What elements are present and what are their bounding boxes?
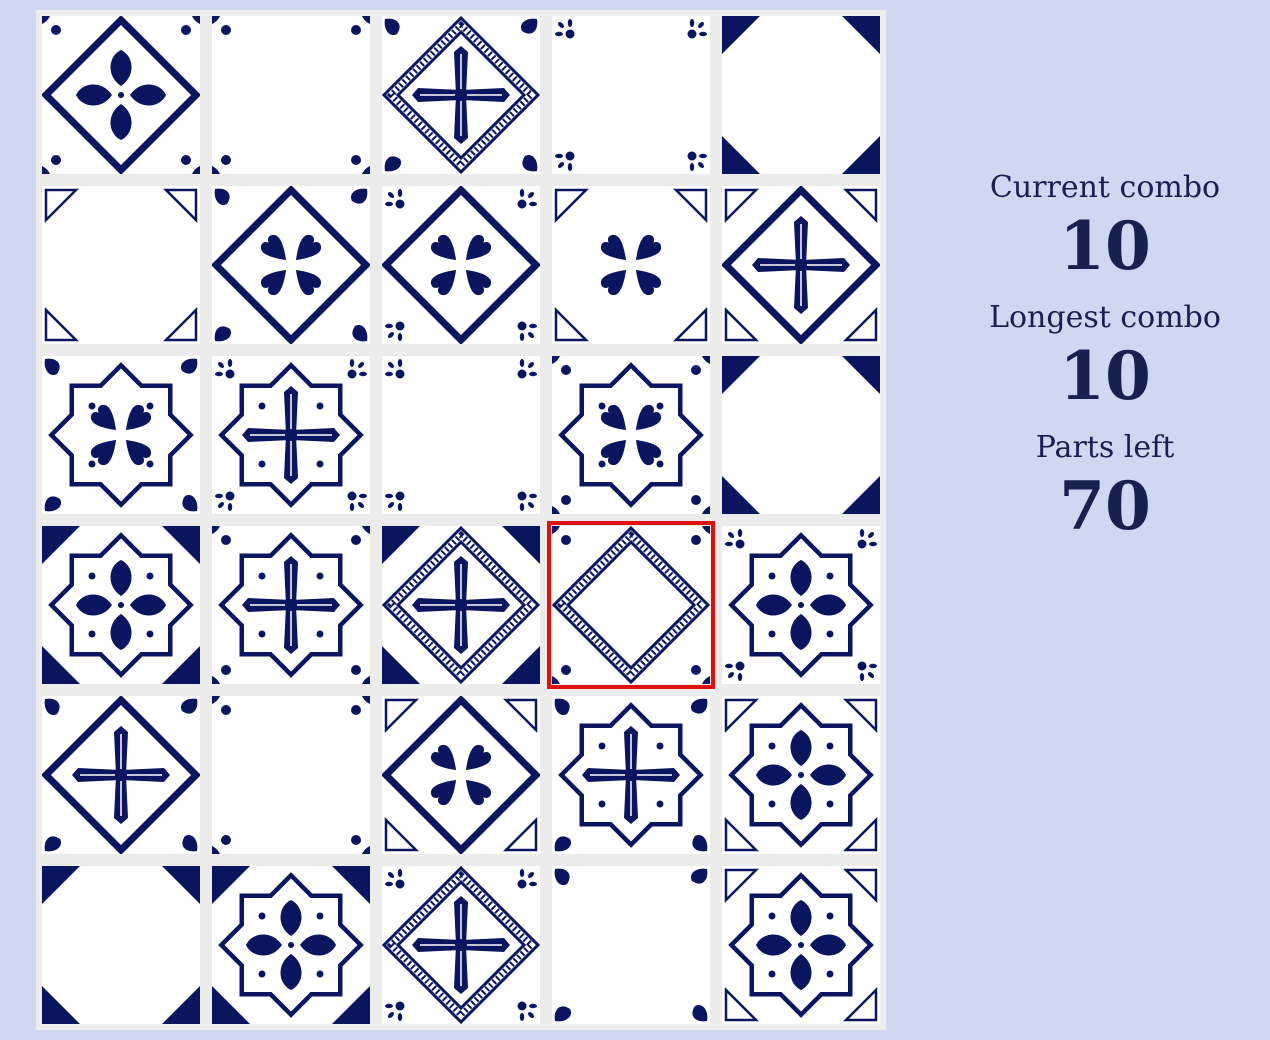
tile-pattern-icon (42, 526, 200, 684)
tile-pattern-icon (382, 696, 540, 854)
tile-r2-c1[interactable] (212, 356, 370, 514)
tile-r3-c3[interactable] (547, 521, 715, 689)
stats-panel: Current combo 10 Longest combo 10 Parts … (940, 170, 1270, 560)
tile-r2-c3[interactable] (552, 356, 710, 514)
tile-pattern-icon (722, 186, 880, 344)
tile-r0-c4[interactable] (722, 16, 880, 174)
tile-r5-c3[interactable] (552, 866, 710, 1024)
longest-combo-value: 10 (1059, 337, 1151, 415)
tile-r0-c1[interactable] (212, 16, 370, 174)
parts-left-label: Parts left (1035, 430, 1175, 465)
tile-pattern-icon (555, 19, 707, 171)
tile-pattern-icon (722, 356, 880, 514)
parts-left-value: 70 (1059, 467, 1151, 545)
tile-pattern-icon (552, 356, 710, 514)
tile-pattern-icon (385, 359, 537, 511)
current-combo-label: Current combo (989, 170, 1221, 205)
tile-pattern-icon (212, 186, 370, 344)
tile-r0-c2[interactable] (382, 16, 540, 174)
tile-r4-c3[interactable] (552, 696, 710, 854)
tile-r5-c0[interactable] (42, 866, 200, 1024)
tile-pattern-icon (554, 188, 708, 342)
tile-r1-c1[interactable] (212, 186, 370, 344)
longest-combo-label: Longest combo (989, 300, 1221, 335)
tile-pattern-icon (42, 16, 200, 174)
tile-r1-c3[interactable] (552, 186, 710, 344)
tile-r2-c4[interactable] (722, 356, 880, 514)
tile-pattern-icon (42, 866, 200, 1024)
tile-pattern-icon (554, 698, 708, 852)
tile-r0-c0[interactable] (42, 16, 200, 174)
tile-r1-c2[interactable] (382, 186, 540, 344)
tile-r1-c4[interactable] (722, 186, 880, 344)
tile-pattern-icon (724, 868, 878, 1022)
tile-r5-c1[interactable] (212, 866, 370, 1024)
tile-r3-c1[interactable] (212, 526, 370, 684)
tile-pattern-icon (212, 866, 370, 1024)
tile-pattern-icon (725, 529, 877, 681)
tile-r4-c0[interactable] (42, 696, 200, 854)
tile-r3-c0[interactable] (42, 526, 200, 684)
tile-pattern-icon (215, 359, 367, 511)
tile-r4-c4[interactable] (722, 696, 880, 854)
tile-pattern-icon (212, 526, 370, 684)
tile-r5-c4[interactable] (722, 866, 880, 1024)
tile-r3-c2[interactable] (382, 526, 540, 684)
tile-pattern-icon (44, 358, 198, 512)
tile-r0-c3[interactable] (552, 16, 710, 174)
tile-r4-c2[interactable] (382, 696, 540, 854)
tile-r2-c0[interactable] (42, 356, 200, 514)
tile-pattern-icon (382, 16, 540, 174)
tile-pattern-icon (382, 186, 540, 344)
tile-r5-c2[interactable] (382, 866, 540, 1024)
tile-pattern-icon (722, 16, 880, 174)
tile-pattern-icon (724, 698, 878, 852)
tile-pattern-icon (44, 188, 198, 342)
tile-r3-c4[interactable] (722, 526, 880, 684)
game-board (36, 10, 886, 1030)
tile-r1-c0[interactable] (42, 186, 200, 344)
tile-pattern-icon (382, 526, 540, 684)
tile-pattern-icon (554, 868, 708, 1022)
current-combo-value: 10 (1059, 207, 1151, 285)
tile-pattern-icon (42, 696, 200, 854)
tile-pattern-icon (382, 866, 540, 1024)
tile-pattern-icon (212, 696, 370, 854)
tile-r2-c2[interactable] (382, 356, 540, 514)
tile-pattern-icon (212, 16, 370, 174)
tile-pattern-icon (552, 526, 710, 684)
tile-r4-c1[interactable] (212, 696, 370, 854)
